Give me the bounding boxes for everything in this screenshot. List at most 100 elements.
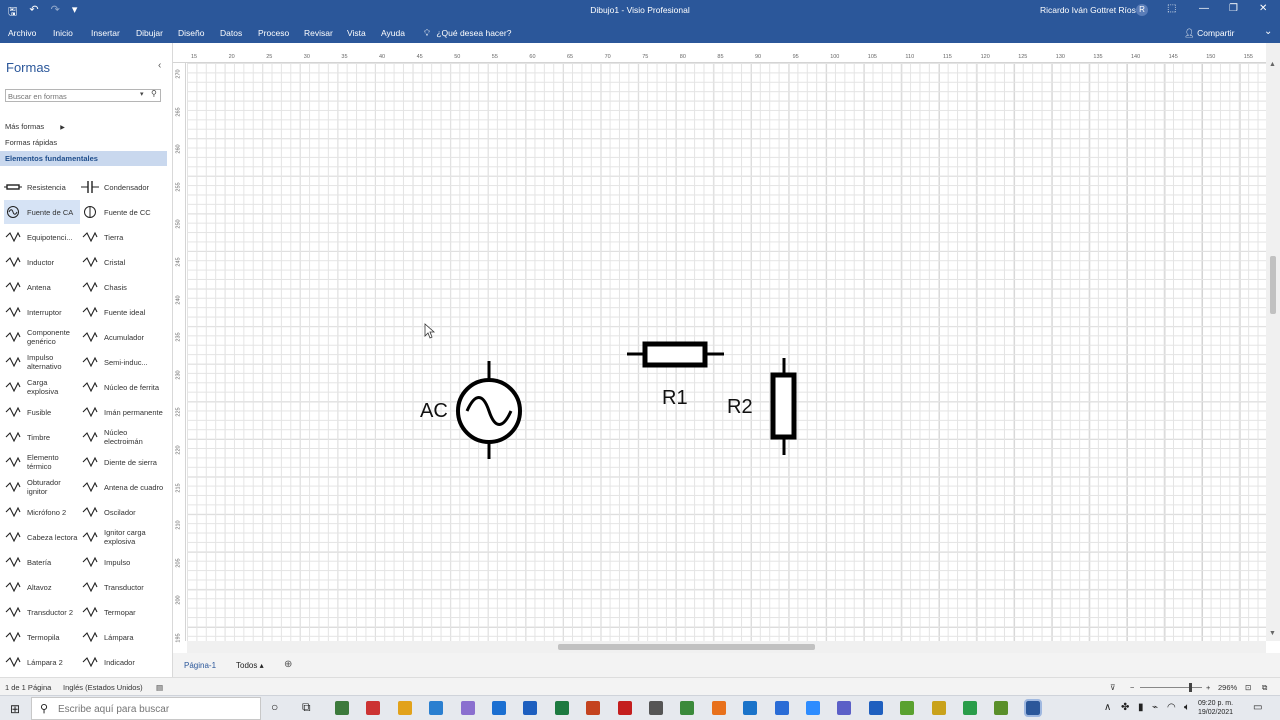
r1-label[interactable]: R1 [662, 387, 688, 409]
shape-item[interactable]: Micrófono 2 [4, 500, 80, 524]
scanner-icon[interactable] [868, 701, 883, 715]
shape-item[interactable]: Condensador [81, 175, 167, 199]
network-icon[interactable]: ✤ [1121, 702, 1129, 713]
scroll-down-icon[interactable]: ▼ [1269, 630, 1276, 637]
shape-item[interactable]: Impulso alternativo [4, 350, 80, 374]
ac-source-shape[interactable] [456, 361, 522, 459]
zoom-out-icon[interactable]: − [1130, 683, 1134, 692]
tab-revisar[interactable]: Revisar [304, 28, 333, 38]
zoom-slider[interactable] [1140, 687, 1202, 688]
app-icon[interactable] [994, 701, 1009, 715]
tab-pagina-1[interactable]: Página-1 [184, 661, 216, 670]
notifications-icon[interactable]: ▭ [1253, 702, 1262, 713]
shape-item[interactable]: Termopila [4, 625, 80, 649]
search-options-icon[interactable]: ▾ [140, 90, 144, 98]
page-info[interactable]: 1 de 1 Página [5, 683, 51, 692]
add-page-icon[interactable]: ⊕ [284, 659, 292, 670]
tab-vista[interactable]: Vista [347, 28, 366, 38]
shape-item[interactable]: Fuente ideal [81, 300, 167, 324]
user-name[interactable]: Ricardo Iván Gottret Ríos [1040, 5, 1136, 15]
tray-overflow-icon[interactable]: ∧ [1104, 702, 1111, 713]
visio-icon[interactable] [1023, 699, 1042, 717]
horizontal-scrollbar[interactable] [187, 641, 1266, 653]
tab-dibujar[interactable]: Dibujar [136, 28, 163, 38]
spotify-icon[interactable] [963, 701, 977, 715]
shape-item[interactable]: Equipotenci... [4, 225, 80, 249]
shape-item[interactable]: Carga explosiva [4, 375, 80, 399]
language-indicator[interactable]: Inglés (Estados Unidos) [63, 683, 143, 692]
clock[interactable]: 09:20 p. m. 19/02/2021 [1198, 699, 1233, 717]
shape-item[interactable]: Timbre [4, 425, 80, 449]
paint-icon[interactable] [460, 701, 475, 715]
ac-label[interactable]: AC [420, 400, 448, 422]
search-icon[interactable]: ⚲ [151, 89, 157, 98]
shape-item[interactable]: Núcleo de ferrita [81, 375, 167, 399]
resistor-r1-shape[interactable] [627, 341, 724, 368]
shape-item[interactable]: Interruptor [4, 300, 80, 324]
shape-item[interactable]: Termopar [81, 600, 167, 624]
shape-item[interactable]: Componente genérico [4, 325, 80, 349]
wifi-icon[interactable]: ◠ [1167, 702, 1176, 713]
shape-item[interactable]: Transductor 2 [4, 600, 80, 624]
shape-item[interactable]: Lámpara 2 [4, 650, 80, 674]
shape-item[interactable]: Antena [4, 275, 80, 299]
chrome-icon[interactable] [335, 701, 349, 715]
scroll-up-icon[interactable]: ▲ [1269, 61, 1276, 68]
restore-icon[interactable]: ❐ [1229, 3, 1238, 14]
tab-inicio[interactable]: Inicio [53, 28, 73, 38]
shape-item[interactable]: Imán permanente [81, 400, 167, 424]
chevron-down-icon[interactable]: ⌄ [1264, 26, 1272, 37]
tab-diseno[interactable]: Diseño [178, 28, 204, 38]
tab-archivo[interactable]: Archivo [8, 28, 36, 38]
maps-icon[interactable] [900, 701, 915, 715]
tab-proceso[interactable]: Proceso [258, 28, 289, 38]
shape-item[interactable]: Fuente de CA [4, 200, 80, 224]
all-pages-button[interactable]: Todos ▴ [236, 661, 264, 670]
firefox-icon[interactable] [711, 701, 726, 715]
collapse-panel-icon[interactable]: ‹ [158, 60, 161, 71]
shape-item[interactable]: Cabeza lectora [4, 525, 80, 549]
zoom-in-icon[interactable]: + [1206, 683, 1210, 692]
quick-shapes-link[interactable]: Formas rápidas [5, 138, 57, 147]
macro-icon[interactable]: ▤ [156, 683, 163, 692]
vertical-scroll-thumb[interactable] [1270, 256, 1276, 314]
minimize-icon[interactable]: — [1199, 3, 1209, 14]
shape-item[interactable]: Transductor [81, 575, 167, 599]
monitor-icon[interactable] [774, 701, 789, 715]
vertical-scrollbar[interactable]: ▲ ▼ [1266, 43, 1280, 641]
zoom-icon[interactable] [806, 701, 820, 715]
taskbar-search-input[interactable] [58, 702, 253, 716]
calculator-icon[interactable] [649, 701, 663, 715]
r2-label[interactable]: R2 [727, 396, 753, 418]
shape-item[interactable]: Antena de cuadro [81, 475, 167, 499]
shape-item[interactable]: Lámpara [81, 625, 167, 649]
shape-item[interactable]: Altavoz [4, 575, 80, 599]
volume-icon[interactable]: 🔈︎ [1184, 702, 1190, 713]
usb-icon[interactable]: ⌁ [1152, 702, 1158, 713]
shape-item[interactable]: Fuente de CC [81, 200, 167, 224]
remote-desktop-icon[interactable] [429, 701, 444, 715]
ribbon-display-options-icon[interactable]: ⬚ [1167, 3, 1176, 14]
drawing-canvas[interactable]: AC R1 R2 [187, 63, 1266, 641]
excel-icon[interactable] [554, 701, 569, 715]
shape-item[interactable]: Elemento térmico [4, 450, 80, 474]
shape-item[interactable]: Batería [4, 550, 80, 574]
shape-item[interactable]: Oscilador [81, 500, 167, 524]
fit-window-icon[interactable]: ⊡ [1245, 683, 1251, 692]
shape-item[interactable]: Diente de sierra [81, 450, 167, 474]
powerpoint-icon[interactable] [586, 701, 601, 715]
shape-item[interactable]: Chasis [81, 275, 167, 299]
switch-windows-icon[interactable]: ⧉ [1262, 683, 1267, 693]
vertical-ruler[interactable]: 270 265 260 255 250 245 240 235 230 225 220 215 210 2… [173, 63, 186, 643]
shape-item[interactable]: Resistencia [4, 175, 80, 199]
windows-start-icon[interactable]: ⊞ [10, 702, 20, 716]
avatar[interactable]: R [1136, 4, 1148, 16]
shape-item[interactable]: Cristal [81, 250, 167, 274]
word-icon[interactable] [523, 701, 538, 715]
shape-item[interactable]: Inductor [4, 250, 80, 274]
shape-item[interactable]: Tierra [81, 225, 167, 249]
acrobat-icon[interactable] [617, 701, 632, 715]
zoom-level[interactable]: 296% [1218, 683, 1237, 692]
shape-item[interactable]: Fusible [4, 400, 80, 424]
file-explorer-icon[interactable] [397, 701, 412, 715]
